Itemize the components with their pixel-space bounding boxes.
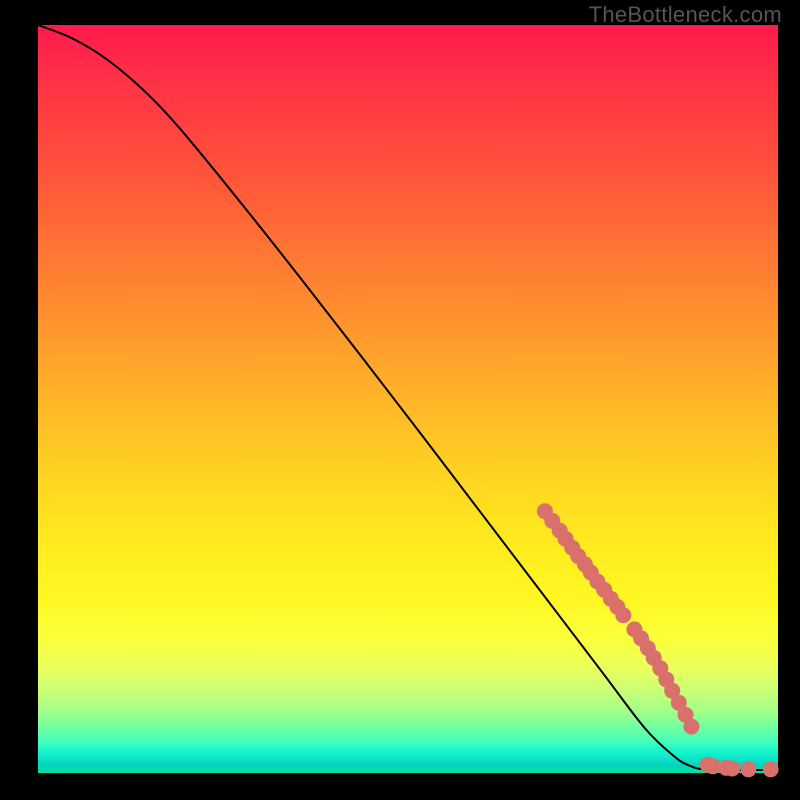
plot-area <box>38 25 778 773</box>
data-marker <box>615 607 631 623</box>
curve-markers <box>537 503 779 777</box>
data-marker <box>683 719 699 735</box>
data-marker <box>724 761 740 777</box>
curve-line <box>38 25 778 770</box>
data-marker <box>740 761 756 777</box>
chart-frame: TheBottleneck.com <box>0 0 800 800</box>
chart-svg <box>38 25 778 773</box>
watermark-text: TheBottleneck.com <box>589 2 782 28</box>
data-marker <box>763 761 779 777</box>
